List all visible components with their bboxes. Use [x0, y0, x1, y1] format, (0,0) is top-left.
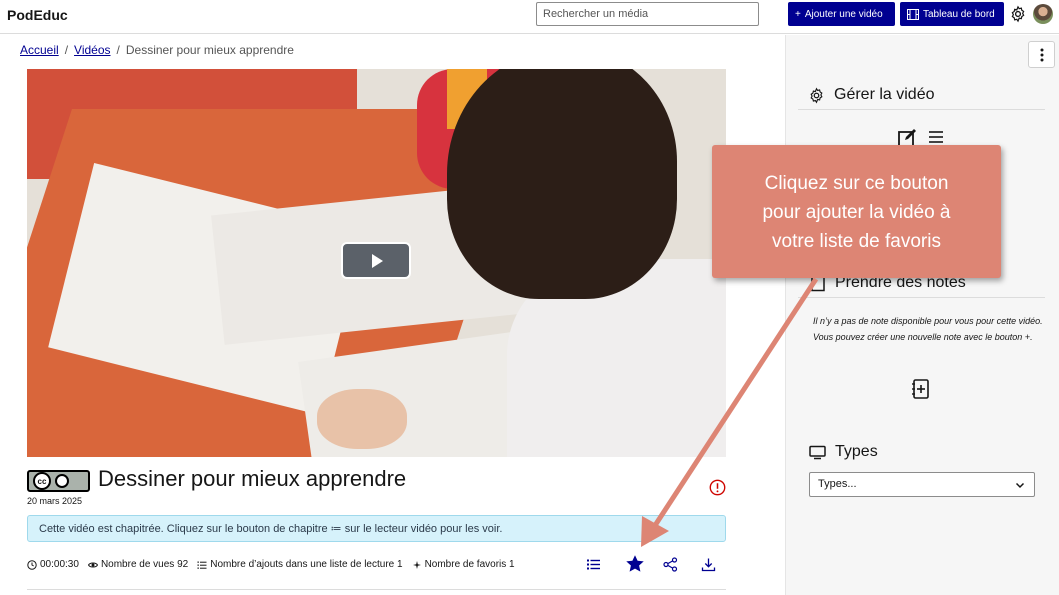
monitor-icon	[809, 445, 826, 459]
views-value: Nombre de vues 92	[100, 559, 189, 570]
video-meta: 00:00:30 Nombre de vues 92 Nombre d’ajou…	[27, 559, 515, 570]
report-icon[interactable]	[709, 479, 726, 496]
share-icon	[662, 556, 677, 572]
eye-icon	[87, 561, 98, 568]
divider	[27, 589, 726, 590]
play-button[interactable]	[341, 242, 411, 279]
search-input[interactable]	[536, 2, 759, 26]
kebab-icon	[1040, 48, 1043, 61]
views-item: Nombre de vues 92	[87, 559, 189, 570]
film-icon	[907, 8, 919, 20]
callout-line: pour ajouter la vidéo à	[762, 202, 951, 223]
playlists-value: Nombre d’ajouts dans une liste de lectur…	[210, 559, 403, 570]
top-bar: PodEduc + Ajouter une vidéo Tableau de b…	[0, 0, 1059, 34]
avatar[interactable]	[1033, 4, 1053, 24]
sparkle-icon	[412, 560, 421, 569]
divider	[798, 297, 1045, 298]
brand-logo[interactable]: PodEduc	[7, 7, 68, 23]
add-video-label: Ajouter une vidéo	[804, 8, 883, 20]
chevron-down-icon	[1015, 482, 1025, 489]
star-icon	[626, 555, 644, 572]
duration-item: 00:00:30	[27, 559, 79, 570]
download-button[interactable]	[699, 555, 717, 573]
clock-icon	[27, 559, 37, 570]
manage-video-heading: Gérer la vidéo	[808, 86, 935, 104]
dashboard-label: Tableau de bord	[923, 8, 995, 20]
list-icon	[197, 561, 207, 569]
gear-icon[interactable]	[1009, 5, 1027, 23]
tutorial-callout: Cliquez sur ce bouton pour ajouter la vi…	[712, 145, 1001, 278]
gear-icon	[810, 87, 823, 103]
chapter-list-icon	[586, 559, 600, 569]
breadcrumb-videos-link[interactable]: Vidéos	[74, 43, 110, 57]
favorites-item: Nombre de favoris 1	[412, 559, 515, 570]
breadcrumb: Accueil / Vidéos / Dessiner pour mieux a…	[20, 43, 294, 57]
creative-commons-license-badge[interactable]: cc	[27, 470, 90, 492]
plus-icon: +	[795, 8, 801, 20]
share-button[interactable]	[661, 555, 679, 573]
types-select-value: Types...	[818, 478, 857, 490]
by-icon	[55, 474, 69, 488]
video-date: 20 mars 2025	[27, 496, 83, 506]
dashboard-button[interactable]: Tableau de bord	[900, 2, 1004, 26]
video-frame-hair	[447, 69, 677, 299]
breadcrumb-separator: /	[64, 43, 69, 57]
types-title: Types	[835, 443, 878, 460]
duration-value: 00:00:30	[40, 559, 79, 570]
notes-empty-message: Il n’y a pas de note disponible pour vou…	[813, 315, 1045, 347]
notes-empty-line: Il n’y a pas de note disponible pour vou…	[813, 316, 1043, 326]
types-select[interactable]: Types...	[809, 472, 1035, 497]
download-icon	[701, 558, 715, 571]
video-title: Dessiner pour mieux apprendre	[98, 466, 407, 491]
cc-icon: cc	[33, 472, 51, 490]
playlists-item: Nombre d’ajouts dans une liste de lectur…	[197, 559, 403, 570]
add-note-icon[interactable]	[910, 378, 932, 400]
breadcrumb-home-link[interactable]: Accueil	[20, 43, 59, 57]
breadcrumb-current: Dessiner pour mieux apprendre	[125, 43, 294, 57]
favorites-value: Nombre de favoris 1	[424, 559, 515, 570]
play-icon	[372, 253, 383, 268]
add-video-button[interactable]: + Ajouter une vidéo	[788, 2, 895, 26]
manage-video-title: Gérer la vidéo	[834, 86, 935, 103]
callout-line: Cliquez sur ce bouton	[764, 173, 949, 194]
callout-line: votre liste de favoris	[772, 231, 941, 252]
chapters-button[interactable]	[584, 555, 602, 573]
video-frame-hand	[317, 389, 407, 449]
favorite-button[interactable]	[625, 554, 645, 574]
chapter-notice: Cette vidéo est chapitrée. Cliquez sur l…	[27, 515, 726, 542]
divider	[798, 109, 1045, 110]
list-menu-icon[interactable]	[927, 128, 945, 146]
types-heading: Types	[809, 443, 878, 461]
video-player[interactable]	[27, 69, 726, 457]
more-options-button[interactable]	[1028, 41, 1055, 68]
breadcrumb-separator: /	[116, 43, 120, 57]
notes-empty-line: Vous pouvez créer une nouvelle note avec…	[813, 332, 1033, 342]
